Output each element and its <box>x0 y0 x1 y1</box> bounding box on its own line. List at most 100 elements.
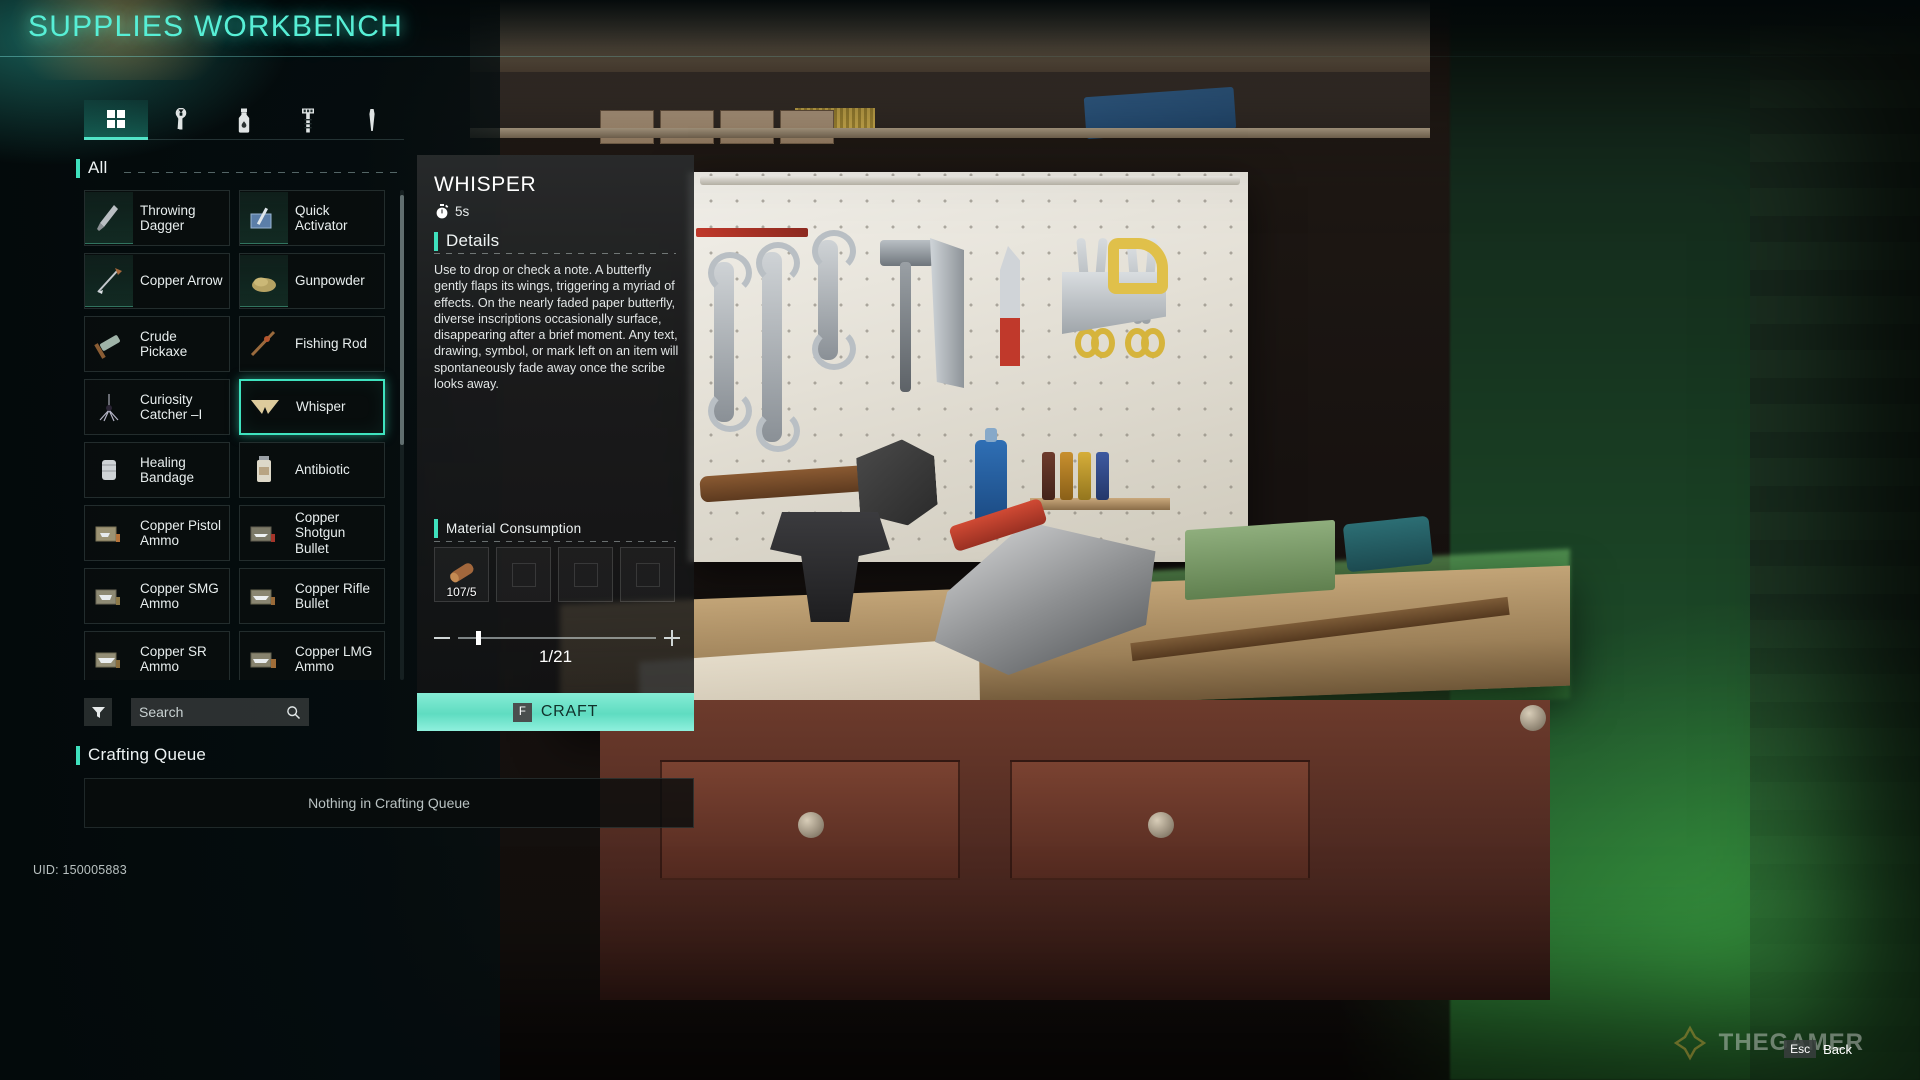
detail-description: Use to drop or check a note. A butterfly… <box>434 263 679 392</box>
item-cell-copper-sr-ammo[interactable]: Copper SR Ammo <box>84 631 230 680</box>
stopwatch-icon <box>436 204 449 219</box>
item-cell-whisper[interactable]: Whisper <box>239 379 385 435</box>
item-list-scrollbar[interactable] <box>400 195 404 445</box>
shotgun-ammo-icon <box>240 507 288 559</box>
tab-parts[interactable] <box>276 100 340 140</box>
item-cell-curiosity-catcher-i[interactable]: Curiosity Catcher –I <box>84 379 230 435</box>
tabs-divider <box>84 139 404 140</box>
quantity-slider-handle[interactable] <box>476 631 481 645</box>
craft-button-label: CRAFT <box>540 703 599 720</box>
category-tabs <box>84 100 404 140</box>
search-input[interactable]: Search <box>131 698 309 726</box>
item-label: Gunpowder <box>295 273 365 289</box>
filter-icon <box>91 706 105 718</box>
item-cell-crude-pickaxe[interactable]: Crude Pickaxe <box>84 316 230 372</box>
gunpowder-icon <box>240 255 288 307</box>
detail-details-label: Details <box>446 231 500 250</box>
title-divider <box>0 56 1920 57</box>
material-slot[interactable] <box>496 547 551 602</box>
arrow-icon <box>85 255 133 307</box>
crafting-queue-empty-text: Nothing in Crafting Queue <box>308 795 470 811</box>
bandage-icon <box>85 444 133 496</box>
item-cell-copper-rifle-bullet[interactable]: Copper Rifle Bullet <box>239 568 385 624</box>
esc-key-badge: Esc <box>1784 1040 1817 1058</box>
item-label: Copper Shotgun Bullet <box>295 509 346 556</box>
item-label: Copper Rifle Bullet <box>295 580 371 612</box>
item-detail-panel: WHISPER 5s Details Use to drop or check … <box>417 155 694 731</box>
item-label: Antibiotic <box>295 462 350 478</box>
esc-back-hint[interactable]: Esc Back <box>1784 1040 1852 1058</box>
item-cell-copper-arrow[interactable]: Copper Arrow <box>84 253 230 309</box>
crafting-queue-panel[interactable]: Nothing in Crafting Queue <box>84 778 694 828</box>
detail-craft-time: 5s <box>435 204 469 219</box>
item-cell-copper-lmg-ammo[interactable]: Copper LMG Ammo <box>239 631 385 680</box>
quantity-increase-button[interactable] <box>664 630 680 646</box>
search-icon <box>287 705 301 719</box>
pistol-ammo-icon <box>85 507 133 559</box>
sr-ammo-icon <box>85 633 133 680</box>
item-label: Fishing Rod <box>295 336 368 352</box>
item-label: Copper Arrow <box>140 273 223 289</box>
detail-details-rule <box>434 253 676 254</box>
detail-craft-time-value: 5s <box>455 204 470 219</box>
watermark-logo-icon <box>1673 1025 1706 1061</box>
material-slot[interactable] <box>558 547 613 602</box>
item-label: Whisper <box>296 399 346 415</box>
detail-title: WHISPER <box>434 173 537 196</box>
uid-label: UID: 150005883 <box>33 863 127 877</box>
item-cell-healing-bandage[interactable]: Healing Bandage <box>84 442 230 498</box>
crafting-queue-label: Crafting Queue <box>88 745 207 764</box>
item-label: Throwing Dagger <box>140 202 196 234</box>
wrench-icon <box>175 108 187 130</box>
section-accent-bar <box>76 745 80 765</box>
quantity-slider-row <box>434 628 680 648</box>
quantity-slider[interactable] <box>458 631 656 645</box>
fishing-rod-icon <box>240 318 288 370</box>
bottle-icon <box>238 108 250 133</box>
material-slots: 107/5 <box>434 547 675 602</box>
item-cell-antibiotic[interactable]: Antibiotic <box>239 442 385 498</box>
detail-materials-label: Material Consumption <box>446 521 582 536</box>
filter-button[interactable] <box>84 698 112 726</box>
item-cell-quick-activator[interactable]: Quick Activator <box>239 190 385 246</box>
quantity-decrease-button[interactable] <box>434 630 450 646</box>
material-slot[interactable]: 107/5 <box>434 547 489 602</box>
detail-materials-header: Material Consumption <box>434 519 581 538</box>
tab-misc[interactable] <box>340 100 404 140</box>
item-cell-copper-shotgun-bullet[interactable]: Copper Shotgun Bullet <box>239 505 385 561</box>
craft-button[interactable]: F CRAFT <box>417 693 694 731</box>
pickaxe-icon <box>85 318 133 370</box>
item-label: Crude Pickaxe <box>140 328 188 360</box>
item-cell-throwing-dagger[interactable]: Throwing Dagger <box>84 190 230 246</box>
list-section-label: All <box>88 158 108 177</box>
esc-back-label: Back <box>1823 1041 1852 1057</box>
item-label: Copper Pistol Ammo <box>140 517 222 549</box>
hud-layer: SUPPLIES WORKBENCH All Throwing Dagger Q… <box>0 0 1920 1080</box>
search-placeholder: Search <box>139 704 184 720</box>
tab-all[interactable] <box>84 100 148 140</box>
item-label: Copper SMG Ammo <box>140 580 219 612</box>
game-screen: SUPPLIES WORKBENCH All Throwing Dagger Q… <box>0 0 1920 1080</box>
whisper-icon <box>241 381 289 433</box>
item-cell-gunpowder[interactable]: Gunpowder <box>239 253 385 309</box>
quantity-value: 1/21 <box>538 647 573 666</box>
item-grid: Throwing Dagger Quick Activator Copper Arr… <box>84 190 406 680</box>
antibiotic-icon <box>240 444 288 496</box>
item-cell-fishing-rod[interactable]: Fishing Rod <box>239 316 385 372</box>
tab-tools[interactable] <box>148 100 212 140</box>
section-accent-bar <box>434 231 438 251</box>
item-cell-copper-pistol-ammo[interactable]: Copper Pistol Ammo <box>84 505 230 561</box>
material-slot[interactable] <box>620 547 675 602</box>
page-title: SUPPLIES WORKBENCH <box>28 10 404 43</box>
item-label: Healing Bandage <box>140 454 195 486</box>
list-section-dashed-rule <box>124 172 404 173</box>
grid-icon <box>107 109 125 128</box>
item-label: Curiosity Catcher –I <box>140 391 203 423</box>
craft-key-badge: F <box>512 702 532 722</box>
nail-icon <box>369 108 375 131</box>
item-cell-copper-smg-ammo[interactable]: Copper SMG Ammo <box>84 568 230 624</box>
section-accent-bar <box>434 519 438 538</box>
tab-consumables[interactable] <box>212 100 276 140</box>
rifle-ammo-icon <box>240 570 288 622</box>
activator-icon <box>240 192 288 244</box>
